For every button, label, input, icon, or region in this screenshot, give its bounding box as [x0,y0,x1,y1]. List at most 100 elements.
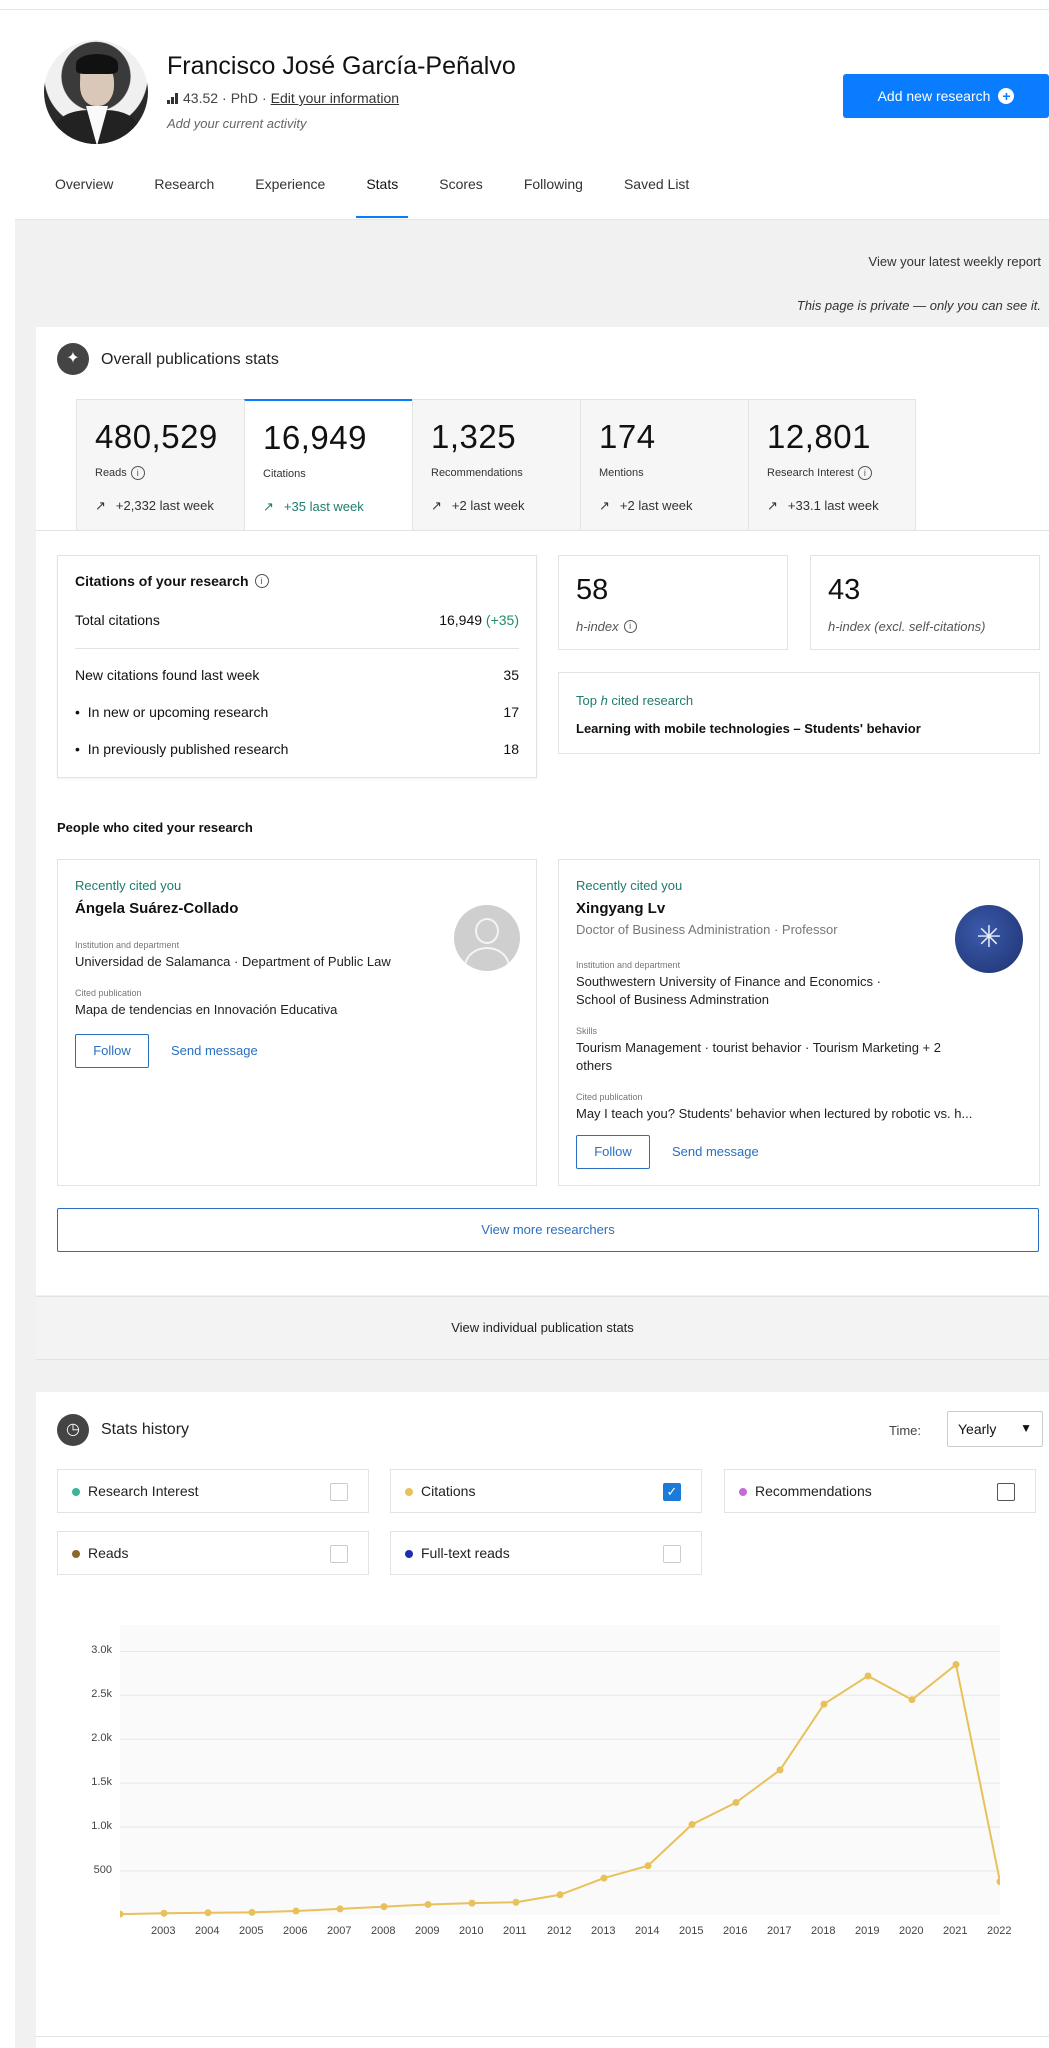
upcoming-citations-value: 17 [503,704,519,720]
time-select[interactable]: Yearly ▼ [947,1411,1043,1447]
checkbox[interactable] [330,1545,348,1563]
h-index-excl-box: 43 h-index (excl. self-citations) [810,555,1040,650]
follow-button[interactable]: Follow [75,1034,149,1068]
weekly-report-link[interactable]: View your latest weekly report [869,254,1041,269]
top-cited-title[interactable]: Learning with mobile technologies – Stud… [576,721,921,736]
published-citations-label: In previously published research [87,741,289,757]
info-icon[interactable]: i [130,466,145,480]
tab-experience[interactable]: Experience [255,176,325,220]
info-icon[interactable]: i [254,574,269,588]
x-tick-label: 2017 [767,1925,792,1937]
edit-information-link[interactable]: Edit your information [271,90,399,106]
citer-card: Recently cited you Xingyang Lv Doctor of… [558,859,1040,1186]
checkbox-checked-icon[interactable]: ✓ [663,1483,681,1501]
x-tick-label: 2010 [459,1925,484,1937]
info-icon[interactable]: i [623,620,637,633]
x-tick-label: 2015 [679,1925,704,1937]
x-tick-label: 2007 [327,1925,352,1937]
stats-history-chart [120,1625,1000,1918]
profile-meta: 43.52 · PhD · Edit your information [167,90,399,106]
tab-scores[interactable]: Scores [439,176,483,220]
add-new-research-button[interactable]: Add new research + [843,74,1049,118]
time-label: Time: [889,1423,922,1438]
stats-history-title: Stats history [101,1421,190,1438]
x-tick-label: 2018 [811,1925,836,1937]
profile-avatar[interactable] [44,40,148,144]
top-h-cited-box[interactable]: Top h cited research Learning with mobil… [558,672,1040,754]
y-tick-label: 2.5k [91,1688,112,1701]
tab-research[interactable]: Research [154,176,214,220]
y-tick-label: 1.5k [91,1776,112,1789]
send-message-link[interactable]: Send message [672,1144,759,1159]
tab-following[interactable]: Following [524,176,583,220]
data-point [688,1820,696,1828]
tab-saved-list[interactable]: Saved List [624,176,689,220]
new-citations-label: New citations found last week [75,667,260,683]
legend-reads[interactable]: Reads [57,1531,369,1575]
current-activity-link[interactable]: Add your current activity [167,116,306,131]
stat-tile-citations[interactable]: 16,949 Citations ↗ +35 last week [244,399,412,531]
plus-circle-icon: + [998,88,1015,104]
user-avatar: ✳ [955,905,1023,973]
h-index-value: 58 [576,574,609,606]
data-point [908,1696,916,1704]
data-point [556,1891,564,1899]
new-citations-value: 35 [503,667,519,683]
h-index-box: 58 h-index i [558,555,788,650]
tab-overview[interactable]: Overview [55,176,113,220]
data-point [468,1899,476,1907]
checkbox[interactable] [663,1545,681,1563]
data-point [160,1909,168,1917]
x-tick-label: 2006 [283,1925,308,1937]
checkbox[interactable] [330,1483,348,1501]
x-tick-label: 2005 [239,1925,264,1937]
x-tick-label: 2008 [371,1925,396,1937]
x-tick-label: 2020 [899,1925,924,1937]
stat-tile-mentions[interactable]: 174 Mentions ↗ +2 last week [580,399,748,531]
citer-name[interactable]: Xingyang Lv [576,900,665,917]
data-point [424,1900,432,1908]
legend-recommendations[interactable]: Recommendations [724,1469,1036,1513]
stat-row-divider [36,530,1049,531]
data-point [204,1909,212,1917]
y-tick-label: 1.0k [91,1820,112,1833]
data-point [776,1766,784,1774]
people-cited-title: People who cited your research [57,820,253,835]
citer-name[interactable]: Ángela Suárez-Collado [75,900,238,917]
stat-tile-reads[interactable]: 480,529 Reads i ↗ +2,332 last week [76,399,244,531]
total-citations-label: Total citations [75,612,160,628]
private-note: This page is private — only you can see … [796,298,1041,313]
h-index-excl-value: 43 [828,574,861,606]
x-tick-label: 2013 [591,1925,616,1937]
trend-up-icon: ↗ [767,498,778,513]
x-tick-label: 2022 [987,1925,1012,1937]
upcoming-citations-label: In new or upcoming research [87,704,269,720]
data-point [336,1905,344,1913]
stat-tile-recommendations[interactable]: 1,325 Recommendations ↗ +2 last week [412,399,580,531]
x-tick-label: 2004 [195,1925,220,1937]
bottom-divider [36,2036,1049,2037]
checkbox[interactable] [997,1483,1015,1501]
y-tick-label: 500 [93,1864,112,1877]
profile-tabs: Overview Research Experience Stats Score… [55,176,730,220]
legend-citations[interactable]: Citations ✓ [390,1469,702,1513]
default-avatar-icon [454,905,520,971]
legend-research-interest[interactable]: Research Interest [57,1469,369,1513]
info-icon[interactable]: i [857,466,872,480]
follow-button[interactable]: Follow [576,1135,650,1169]
view-individual-stats-button[interactable]: View individual publication stats [36,1296,1049,1360]
data-point [512,1898,520,1906]
legend-full-text-reads[interactable]: Full-text reads [390,1531,702,1575]
data-point [248,1908,256,1916]
trend-up-icon: ↗ [95,498,106,513]
tab-stats[interactable]: Stats [356,176,409,220]
send-message-link[interactable]: Send message [171,1043,258,1058]
view-more-researchers-button[interactable]: View more researchers [57,1208,1039,1252]
stat-tile-research-interest[interactable]: 12,801 Research Interest i ↗ +33.1 last we… [748,399,916,531]
activity-icon: ✦ [57,343,89,375]
overall-stats-title: Overall publications stats [101,351,279,368]
profile-name: Francisco José García-Peñalvo [167,52,516,80]
data-point [732,1799,740,1807]
x-tick-label: 2012 [547,1925,572,1937]
data-point [380,1903,388,1911]
